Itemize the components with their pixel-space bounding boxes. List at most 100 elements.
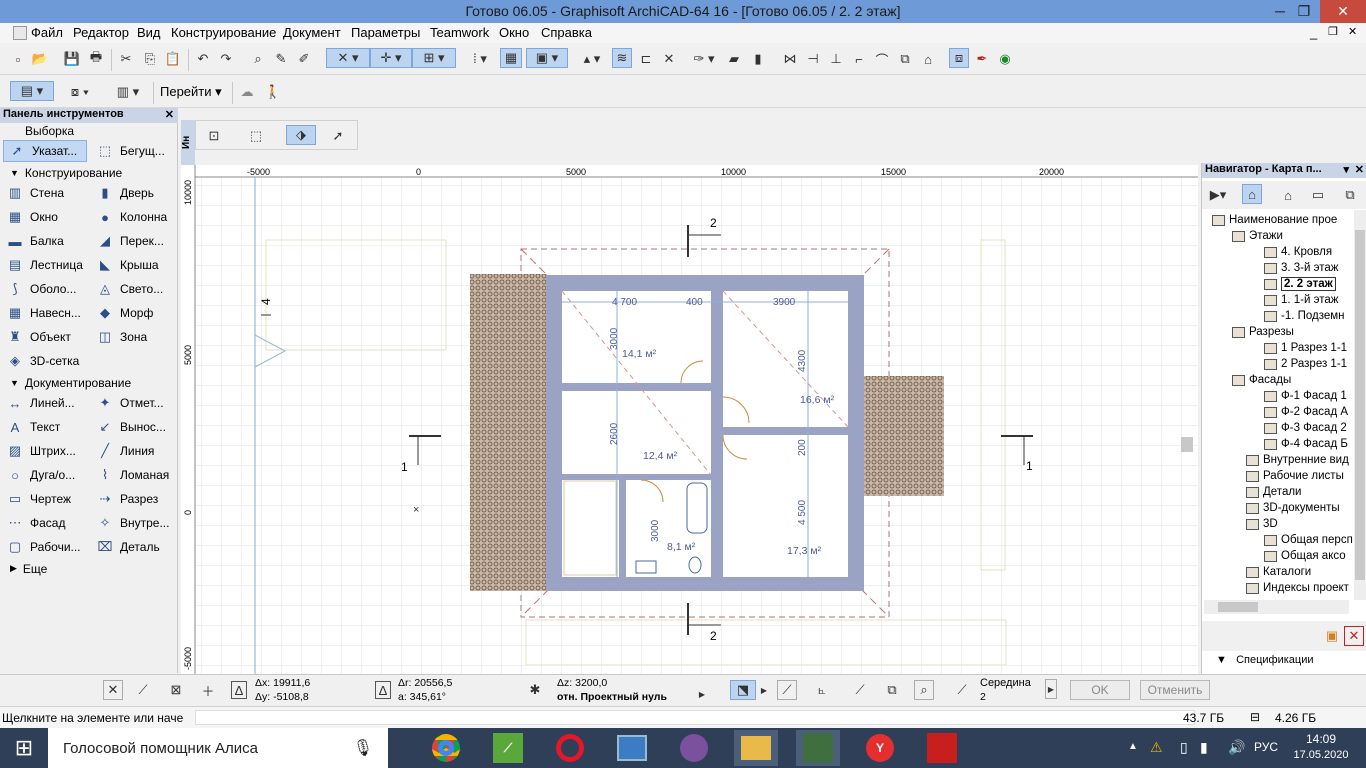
tree-item-story[interactable]: -1. Подземн	[1264, 308, 1345, 324]
windows-start-icon[interactable]: ⊞	[0, 730, 48, 766]
navigator-hscroll[interactable]	[1204, 600, 1349, 614]
construct-section[interactable]: ▼ Конструирование	[0, 165, 178, 180]
archicad-window-icon[interactable]	[796, 730, 840, 766]
tool-0-0[interactable]: ▥ Стена	[6, 182, 64, 204]
tray-battery-icon[interactable]: ▯	[1180, 739, 1188, 756]
walk-icon[interactable]: 🚶	[263, 82, 283, 102]
menu-view[interactable]: Вид	[137, 25, 161, 40]
tree-item-tail[interactable]: Каталоги	[1246, 564, 1311, 580]
tree-group-sections[interactable]: Разрезы	[1232, 324, 1294, 340]
ok-button[interactable]: OK	[1070, 680, 1130, 700]
tree-item-other[interactable]: Детали	[1246, 484, 1301, 500]
redo-icon[interactable]: ↷	[216, 49, 236, 69]
doc-tool-6-0[interactable]: ▢ Рабочи...	[6, 536, 81, 558]
app-icon[interactable]	[13, 26, 27, 40]
reference-arrow-icon[interactable]: ▶	[697, 688, 707, 700]
geometry-method-icon[interactable]: ⊡	[204, 126, 224, 146]
doc-tool-1-1[interactable]: ↙ Вынос...	[96, 416, 166, 438]
reference-level[interactable]: отн. Проектный нуль	[557, 691, 667, 703]
slab-icon[interactable]: ▰	[724, 49, 744, 69]
tree-item-3d[interactable]: Общая аксо	[1264, 548, 1346, 564]
room-area-label[interactable]: 14,1 м²	[622, 348, 657, 360]
document-section[interactable]: ▼ Документирование	[0, 375, 178, 390]
room-area-label[interactable]: 12,4 м²	[643, 450, 678, 462]
tool-2-1[interactable]: ◢ Перек...	[96, 230, 164, 252]
tree-item-section[interactable]: 2 Разрез 1-1	[1264, 356, 1347, 372]
interior-wall[interactable]	[562, 383, 711, 391]
tree-item-tail[interactable]: Индексы проект	[1246, 580, 1349, 596]
archicad-icon[interactable]: ⟋	[486, 730, 530, 766]
control-panel-icon[interactable]	[610, 730, 654, 766]
ortho-icon[interactable]: ⟋	[133, 680, 153, 700]
doc-tool-0-0[interactable]: ↔ Линей...	[6, 392, 75, 414]
open-folder-icon[interactable]: 📂	[30, 49, 50, 69]
marker-icon[interactable]: ✒	[972, 49, 992, 69]
doc-tool-4-0[interactable]: ▭ Чертеж	[6, 488, 71, 510]
doc-tool-3-1[interactable]: ⌇ Ломаная	[96, 464, 169, 486]
angle-value[interactable]: a: 345,61°	[398, 691, 446, 703]
marquee-tool[interactable]: ⬚ Бегущ...	[96, 140, 165, 162]
menu-teamwork[interactable]: Teamwork	[430, 25, 489, 40]
search-box[interactable]: Голосовой помощник Алиса 🎙	[48, 728, 388, 768]
perpendicular-icon[interactable]: ⦜	[812, 680, 832, 700]
record-icon[interactable]: ◉	[995, 49, 1015, 69]
chrome-icon[interactable]	[424, 730, 468, 766]
view-icon[interactable]: ⧈	[949, 48, 969, 68]
navigator-vscroll[interactable]	[1354, 210, 1366, 600]
tree-item-story[interactable]: 1. 1-й этаж	[1264, 292, 1338, 308]
tool-3-1[interactable]: ◣ Крыша	[96, 254, 159, 276]
doc-tool-2-1[interactable]: ╱ Линия	[96, 440, 154, 462]
tree-item-elevation[interactable]: Ф-4 Фасад Б	[1264, 436, 1348, 452]
menu-document[interactable]: Документ	[283, 25, 341, 40]
snap-mode-icon[interactable]: ⬔	[730, 680, 756, 700]
dimension-icon[interactable]: ⊏	[636, 49, 656, 69]
menu-edit[interactable]: Редактор	[73, 25, 129, 40]
eyedropper-icon[interactable]: ✎	[271, 49, 291, 69]
tray-expand-icon[interactable]: ▲	[1128, 741, 1138, 752]
tray-time[interactable]: 14:09	[1296, 732, 1346, 746]
specs-section[interactable]: ▼ Спецификации	[1216, 654, 1313, 666]
tree-group-3d[interactable]: 3D	[1246, 516, 1278, 532]
menu-options[interactable]: Параметры	[351, 25, 420, 40]
dx-value[interactable]: Δx: 19911,6	[255, 677, 310, 689]
syringe-icon[interactable]: ✐	[294, 49, 314, 69]
floor-plan-drawing[interactable]: -5000 0 5000 10000 15000 20000 10000 500…	[181, 165, 1198, 675]
layout-book-icon[interactable]: ▭	[1308, 185, 1328, 205]
menu-file[interactable]: Файл	[31, 25, 63, 40]
cut-icon[interactable]: ✂	[116, 49, 136, 69]
snap-mode-label[interactable]: Середина	[980, 677, 1031, 689]
interior-wall[interactable]	[619, 480, 626, 577]
tree-item-other[interactable]: 3D-документы	[1246, 500, 1340, 516]
snap-menu-icon[interactable]: ▶	[1045, 679, 1057, 699]
tray-volume-icon[interactable]: 🔊	[1228, 739, 1245, 756]
midpoint-icon[interactable]: ⟋	[952, 680, 972, 700]
floor-plan-canvas[interactable]: -5000 0 5000 10000 15000 20000 10000 500…	[181, 165, 1198, 675]
cancel-input-icon[interactable]: ✕	[103, 680, 123, 700]
trace-icon[interactable]: ▣ ▾	[526, 48, 568, 68]
tool-7-0[interactable]: ◈ 3D-сетка	[6, 350, 79, 372]
antivirus-icon[interactable]	[920, 730, 964, 766]
layout-icon[interactable]: ▥ ▾	[108, 82, 148, 102]
roof-icon[interactable]: ⌂	[918, 49, 938, 69]
menu-design[interactable]: Конструирование	[171, 25, 276, 40]
magnify-snap-icon[interactable]: ⌕	[914, 680, 934, 700]
navigator-menu-icon[interactable]: ▾	[1343, 163, 1349, 176]
tree-item-other[interactable]: Рабочие листы	[1246, 468, 1344, 484]
delete-icon[interactable]: ✕	[1344, 626, 1364, 646]
delta-polar-icon[interactable]: Δ	[375, 681, 391, 699]
publisher-set-icon[interactable]: ▶▾	[1204, 185, 1232, 205]
suspend-groups-icon[interactable]: ⊞ ▾	[412, 48, 456, 68]
tool-5-0[interactable]: ▦ Навесн...	[6, 302, 81, 324]
close-button[interactable]: ✕	[1320, 0, 1366, 23]
snap-arrow-icon[interactable]: ▶	[759, 680, 769, 700]
marquee-shape-icon[interactable]: ⬚	[246, 126, 266, 146]
tree-item-elevation[interactable]: Ф-1 Фасад 1	[1264, 388, 1347, 404]
tree-item-story[interactable]: 2. 2 этаж	[1264, 276, 1336, 292]
paste-icon[interactable]: 📋	[163, 49, 183, 69]
tree-item-story[interactable]: 4. Кровля	[1264, 244, 1332, 260]
navigator-close-icon[interactable]: ✕	[1355, 163, 1364, 176]
tray-network-icon[interactable]: ⚠	[1150, 739, 1163, 756]
tool-6-1[interactable]: ◫ Зона	[96, 326, 147, 348]
toolbox-close-icon[interactable]: ✕	[165, 108, 174, 121]
adjust-icon[interactable]: ⊥	[826, 49, 846, 69]
